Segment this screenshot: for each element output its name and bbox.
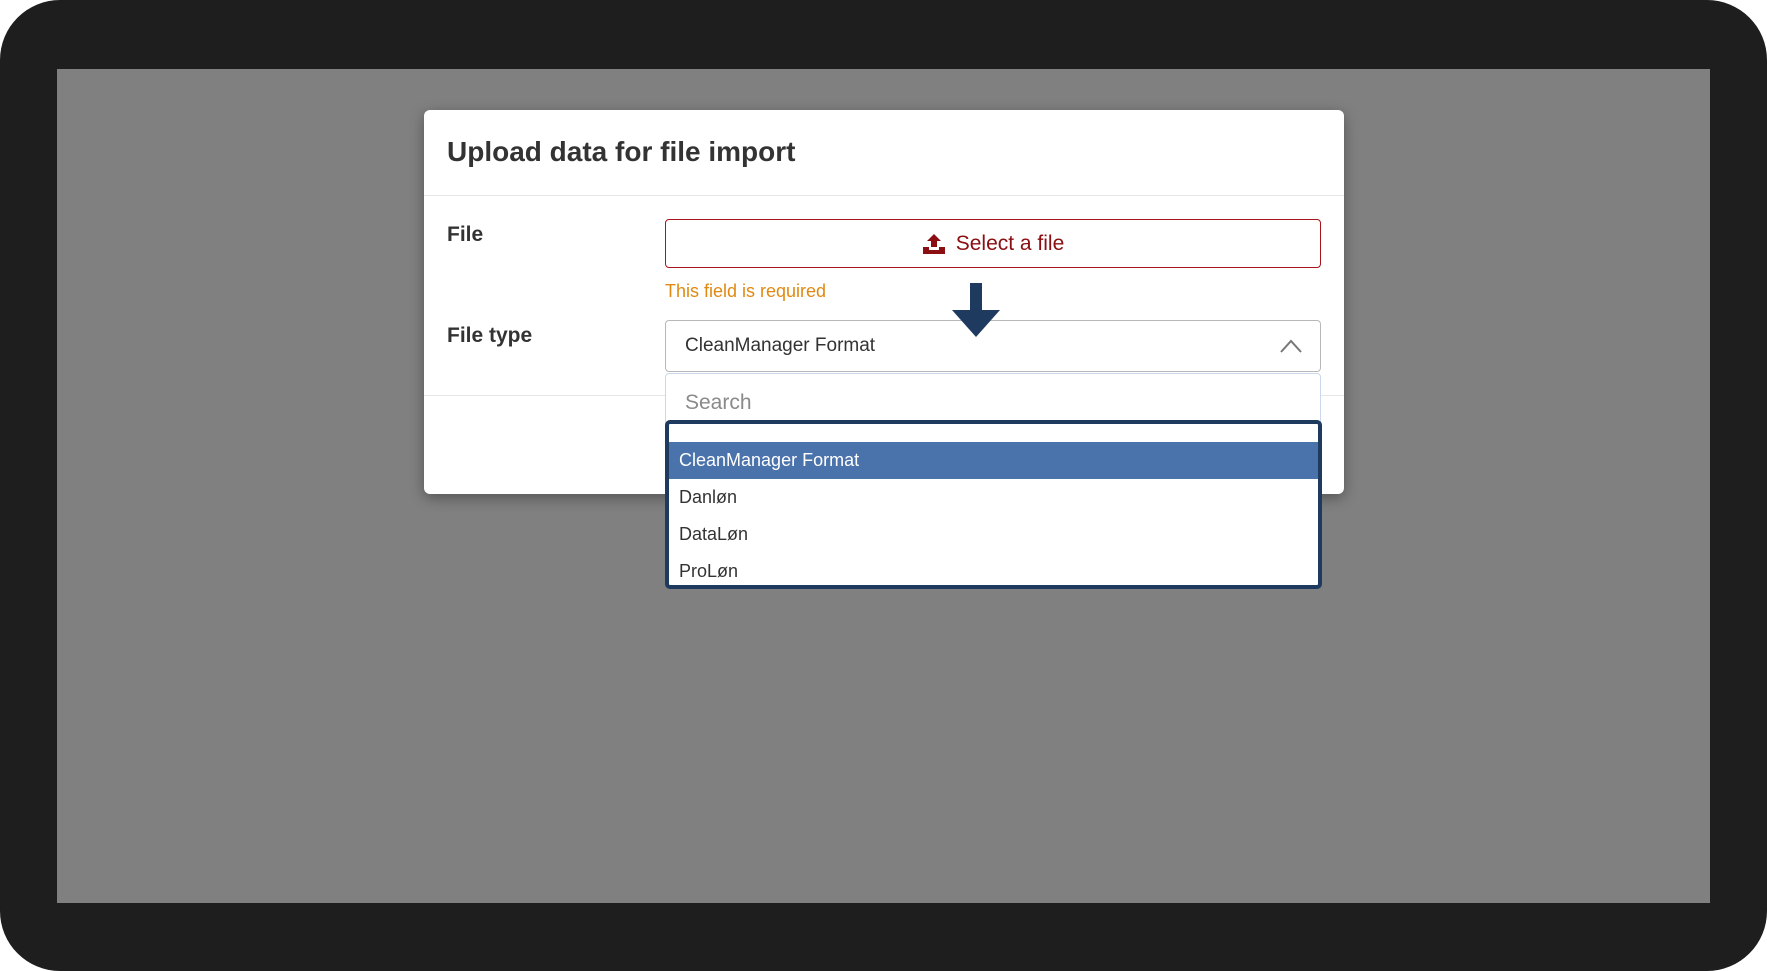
select-file-label: Select a file: [955, 231, 1065, 255]
upload-icon: [922, 233, 945, 254]
option-prolon[interactable]: ProLøn: [669, 553, 1318, 590]
file-type-options: CleanManager Format Danløn DataLøn ProLø…: [665, 420, 1322, 589]
arrow-down-icon: [952, 283, 1000, 337]
file-type-search-input[interactable]: [666, 374, 1320, 422]
file-label: File: [447, 223, 484, 246]
dialog-header: Upload data for file import: [424, 110, 1344, 196]
file-type-search: [665, 373, 1321, 427]
dialog-title: Upload data for file import: [447, 136, 796, 167]
file-required-error: This field is required: [665, 281, 827, 301]
option-danlon[interactable]: Danløn: [669, 479, 1318, 516]
file-type-selected-value: CleanManager Format: [685, 335, 876, 356]
chevron-up-icon: [1280, 339, 1302, 353]
file-type-label: File type: [447, 324, 533, 347]
option-cleanmanager-format[interactable]: CleanManager Format: [669, 442, 1318, 479]
option-datalon[interactable]: DataLøn: [669, 516, 1318, 553]
select-file-button[interactable]: Select a file: [665, 219, 1321, 268]
